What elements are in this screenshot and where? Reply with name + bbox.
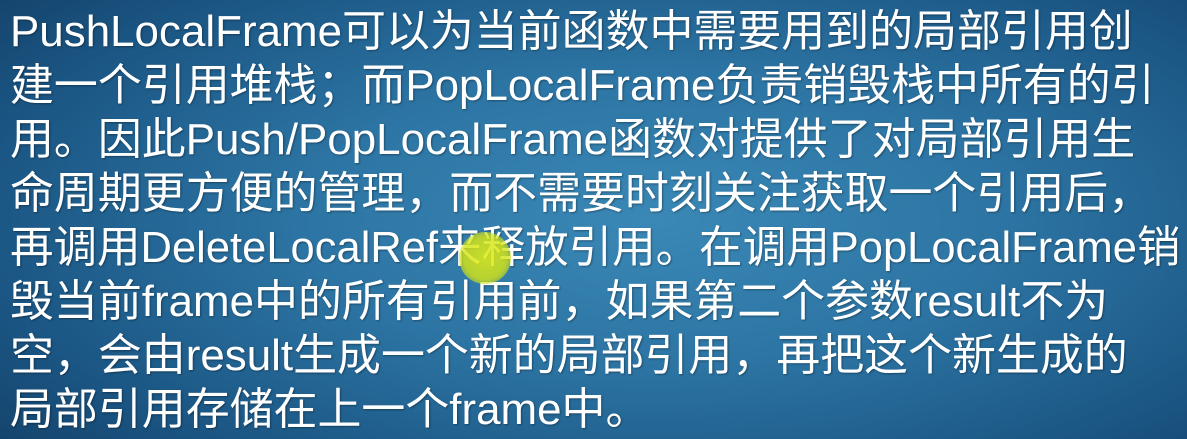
slide-text-line-7: 空，会由result生成一个新的局部引用，再把这个新生成的 — [10, 331, 1128, 380]
slide-text-line-8: 局部引用存储在上一个frame中。 — [10, 385, 650, 434]
slide-text-line-6: 毁当前frame中的所有引用前，如果第二个参数result不为 — [10, 277, 1109, 326]
slide-text-line-5: 再调用DeleteLocalRef来释放引用。在调用PopLocalFrame销 — [10, 223, 1181, 272]
slide-body: PushLocalFrame可以为当前函数中需要用到的局部引用创 建一个引用堆栈… — [10, 5, 1182, 437]
slide-text-line-1: PushLocalFrame可以为当前函数中需要用到的局部引用创 — [10, 7, 1133, 56]
slide-text-line-4: 命周期更方便的管理，而不需要时刻关注获取一个引用后， — [10, 169, 1153, 218]
slide-text-line-2: 建一个引用堆栈；而PopLocalFrame负责销毁栈中所有的引 — [10, 61, 1155, 110]
slide: { "slide": { "lines": [ "PushLocalFrame可… — [0, 0, 1187, 439]
slide-text-line-3: 用。因此Push/PopLocalFrame函数对提供了对局部引用生 — [10, 115, 1136, 164]
